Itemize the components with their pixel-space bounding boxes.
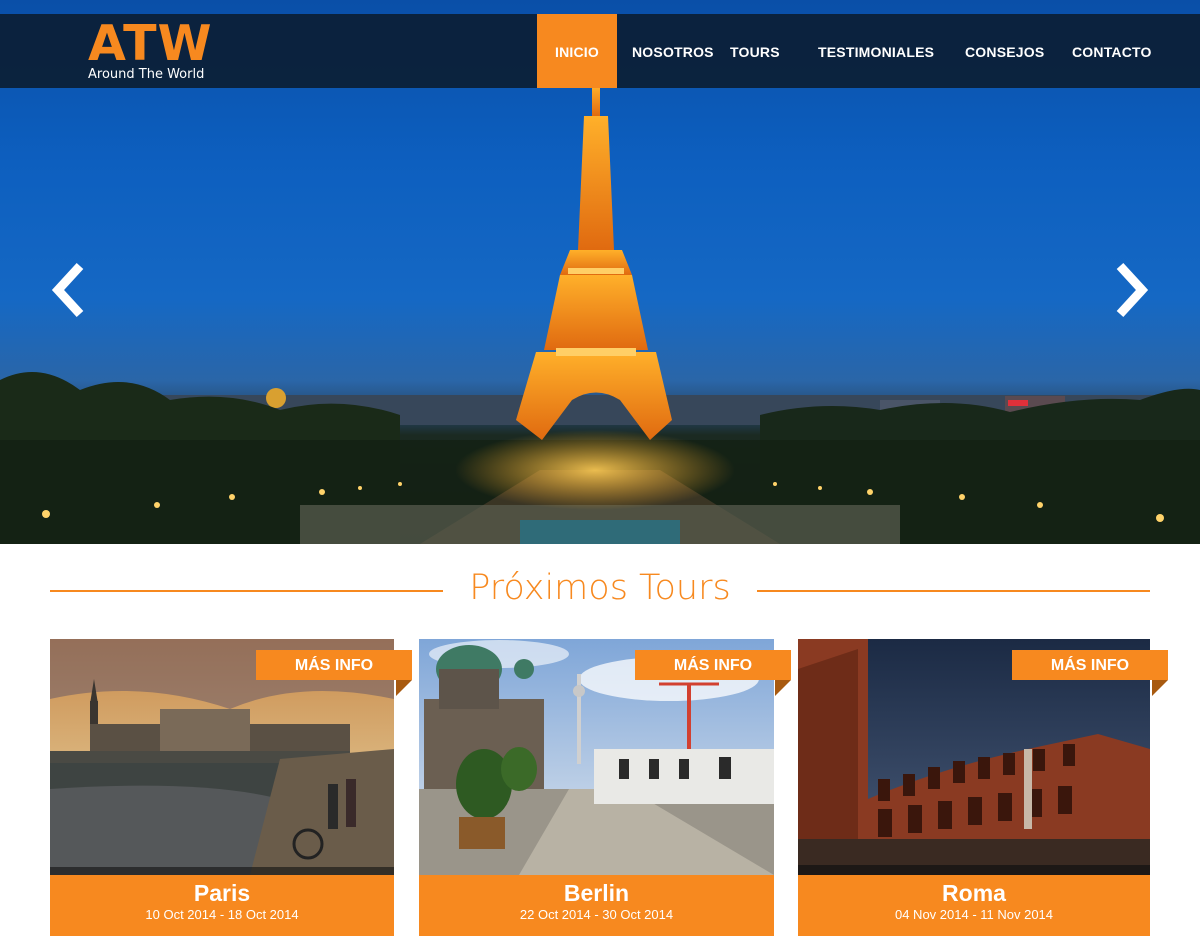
tour-city: Berlin <box>563 880 630 906</box>
tour-dates: 22 Oct 2014 - 30 Oct 2014 <box>519 907 674 922</box>
chevron-right-icon <box>1116 262 1149 318</box>
nav-item-nosotros[interactable]: NOSOTROS <box>632 14 714 88</box>
more-info-button[interactable]: MÁS INFO <box>635 650 791 680</box>
slider-next-button[interactable] <box>1112 262 1152 318</box>
nav-item-tours[interactable]: TOURS <box>730 14 780 88</box>
tour-dates: 10 Oct 2014 - 18 Oct 2014 <box>145 907 299 922</box>
ribbon-fold <box>396 680 412 696</box>
chevron-left-icon <box>51 262 84 318</box>
ribbon-fold <box>775 680 791 696</box>
site-logo[interactable]: ATW Around The World <box>88 18 213 82</box>
section-title: Próximos Tours <box>443 568 757 608</box>
nav-item-testimoniales[interactable]: TESTIMONIALES <box>818 14 934 88</box>
nav-item-inicio[interactable]: INICIO <box>537 14 617 88</box>
ribbon-fold <box>1152 680 1168 696</box>
nav-item-contacto[interactable]: CONTACTO <box>1072 14 1152 88</box>
tour-card-roma[interactable]: Roma 04 Nov 2014 - 11 Nov 2014 MÁS INFO <box>798 639 1168 936</box>
logo-mark: ATW <box>88 15 213 72</box>
more-info-button[interactable]: MÁS INFO <box>256 650 412 680</box>
nav-item-consejos[interactable]: CONSEJOS <box>965 14 1044 88</box>
top-navbar: ATW Around The World INICIO NOSOTROS TOU… <box>0 14 1200 88</box>
slider-prev-button[interactable] <box>48 262 88 318</box>
tour-city: Roma <box>942 880 1006 906</box>
tour-dates: 04 Nov 2014 - 11 Nov 2014 <box>894 907 1054 922</box>
tour-city: Paris <box>193 880 251 906</box>
logo-tagline: Around The World <box>88 67 205 82</box>
upcoming-tours-header: Próximos Tours <box>50 560 1150 620</box>
tour-card-paris[interactable]: Paris 10 Oct 2014 - 18 Oct 2014 MÁS INFO <box>50 639 412 936</box>
more-info-button[interactable]: MÁS INFO <box>1012 650 1168 680</box>
tour-card-berlin[interactable]: Berlin 22 Oct 2014 - 30 Oct 2014 MÁS INF… <box>419 639 791 936</box>
